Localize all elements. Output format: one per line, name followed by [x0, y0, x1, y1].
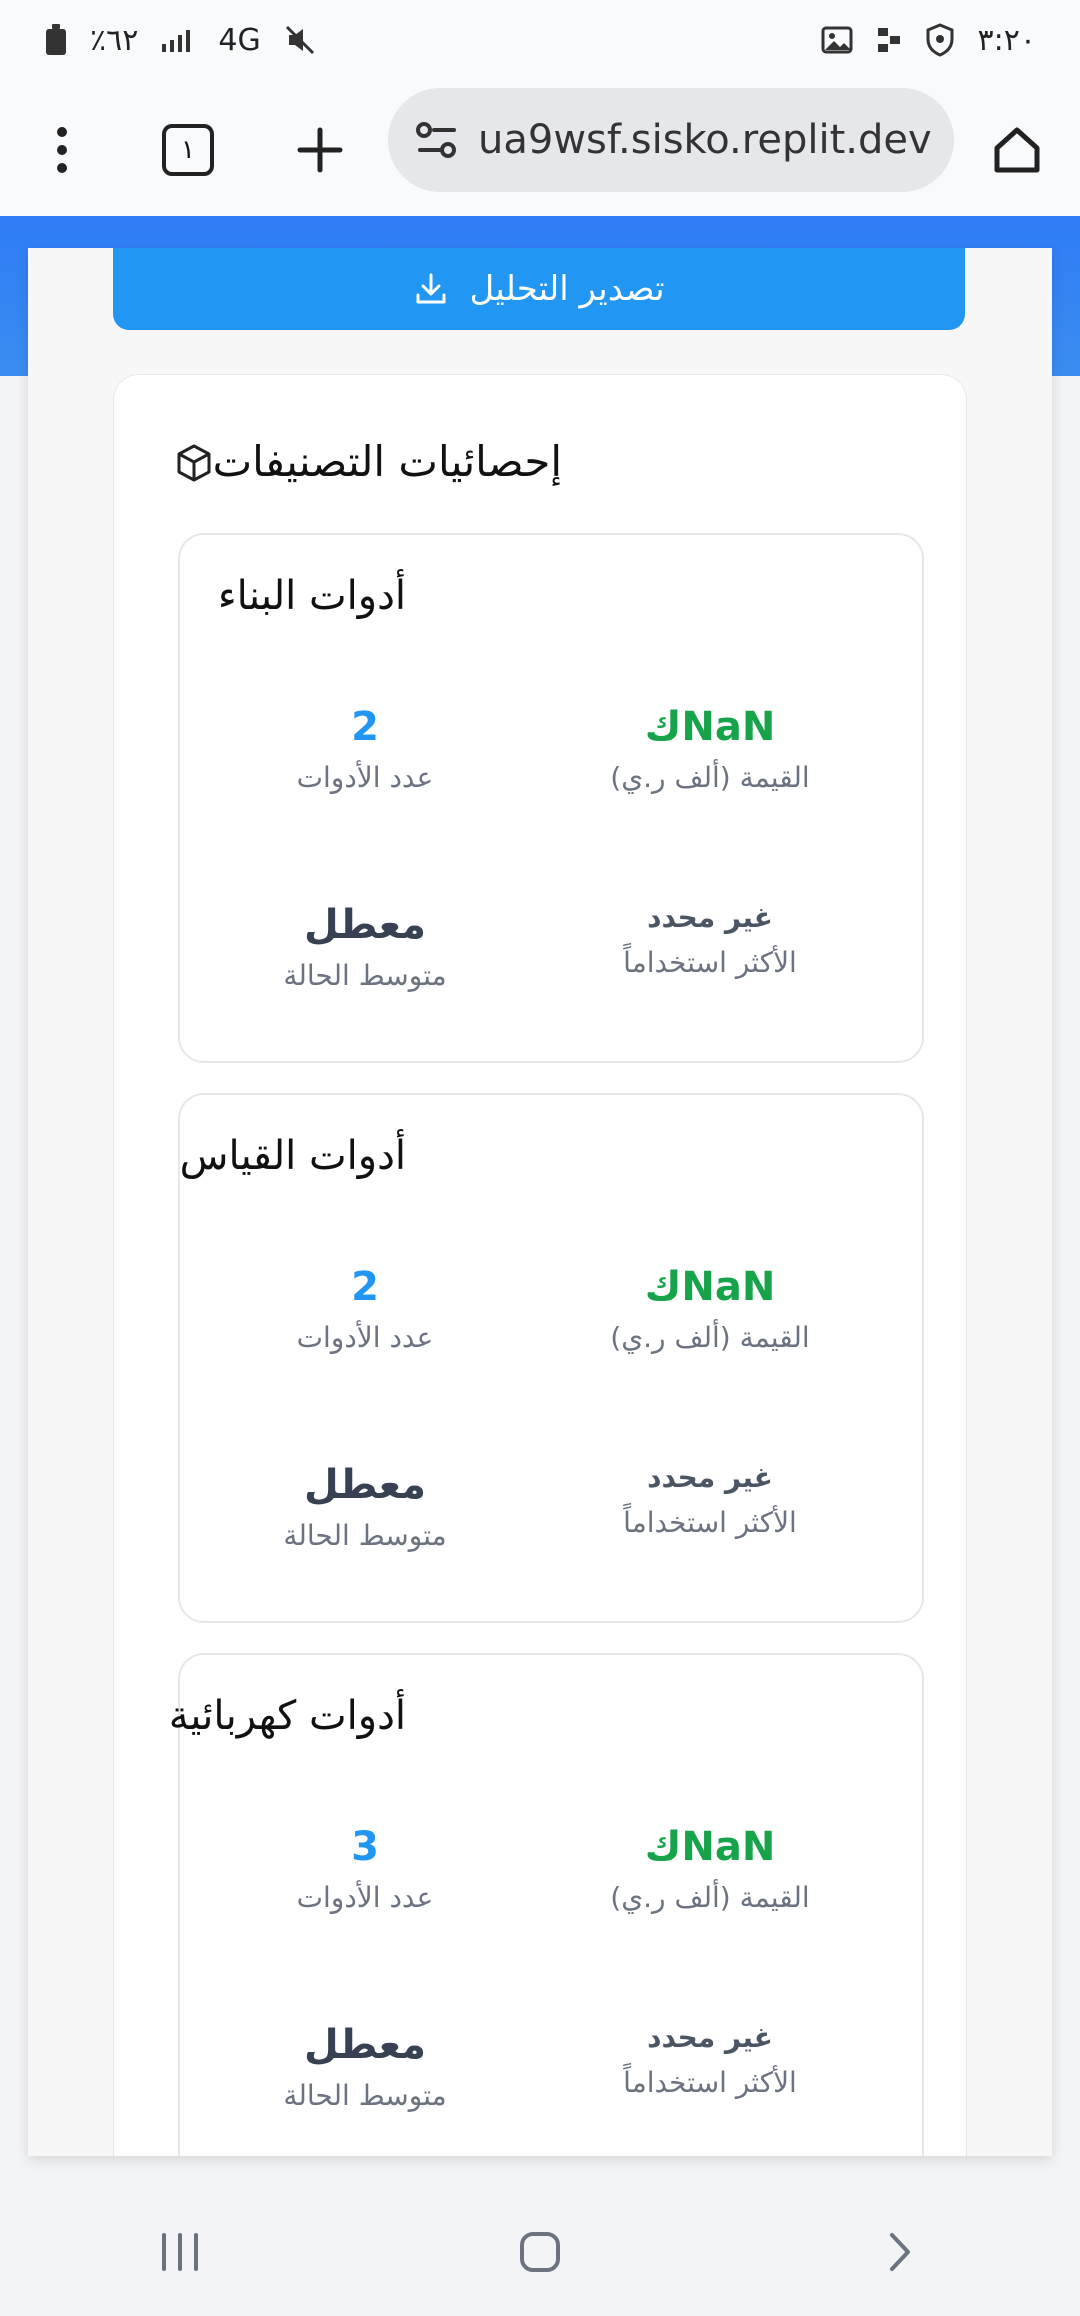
category-stats-card: إحصائيات التصنيفات أدوات البناء NaNك الق… — [113, 374, 967, 2156]
home-icon — [991, 124, 1043, 176]
metric-tool-count: 3 عدد الأدوات — [225, 1825, 505, 1914]
time: ٣:٢٠ — [977, 22, 1036, 58]
new-tab-button[interactable] — [284, 114, 356, 186]
metric-value-amount: NaNك — [644, 704, 776, 750]
metric-value: NaNك القيمة (ألف ر.ي) — [570, 1265, 850, 1354]
menu-button[interactable] — [26, 114, 98, 186]
url-text[interactable]: ua9wsf.sisko.replit.dev — [478, 110, 938, 170]
category-card-measurement: أدوات القياس NaNك القيمة (ألف ر.ي) 2 عدد… — [178, 1093, 924, 1623]
category-card-electrical: أدوات كهربائية NaNك القيمة (ألف ر.ي) 3 ع… — [169, 1653, 924, 2156]
metric-average-status-value: معطل — [303, 1462, 426, 1508]
battery-percent: ٪٦٢ — [90, 22, 139, 58]
app-icon — [876, 25, 902, 55]
metric-value-amount: NaNك — [644, 1824, 776, 1870]
metric-average-status-label: متوسط الحالة — [283, 1519, 447, 1552]
metric-average-status: معطل متوسط الحالة — [225, 2023, 505, 2112]
gallery-icon — [820, 23, 854, 57]
mute-icon — [283, 23, 317, 57]
metric-average-status-label: متوسط الحالة — [283, 2079, 447, 2112]
metric-most-used-label: الأكثر استخداماً — [623, 2065, 797, 2099]
metric-most-used-label: الأكثر استخداماً — [623, 945, 797, 979]
metric-value-label: القيمة (ألف ر.ي) — [610, 1321, 810, 1354]
signal-icon — [160, 26, 196, 54]
metric-tool-count-value: 2 — [351, 1264, 379, 1310]
page-content: تصدير التحليل إحصائيات التصنيفات أدوات ا… — [28, 248, 1052, 2156]
download-icon — [413, 271, 449, 307]
metric-value: NaNك القيمة (ألف ر.ي) — [570, 1825, 850, 1914]
metric-most-used: غير محدد الأكثر استخداماً — [570, 901, 850, 979]
metric-average-status-value: معطل — [303, 902, 426, 948]
menu-icon — [55, 124, 69, 176]
metric-tool-count-value: 3 — [351, 1824, 379, 1870]
browser-toolbar: ١ ua9wsf.sisko.replit.dev — [0, 80, 1080, 217]
back-icon — [883, 2229, 917, 2275]
add-icon — [297, 127, 343, 173]
category-name: أدوات القياس — [179, 1133, 406, 1179]
system-navigation-bar — [0, 2188, 1080, 2316]
home-nav-icon — [518, 2230, 562, 2274]
metric-value-label: القيمة (ألف ر.ي) — [610, 761, 810, 794]
export-button-label: تصدير التحليل — [469, 269, 665, 309]
metric-tool-count-label: عدد الأدوات — [296, 761, 434, 794]
recent-apps-icon — [158, 2231, 202, 2273]
metric-value: NaNك القيمة (ألف ر.ي) — [570, 705, 850, 794]
cube-icon — [174, 443, 214, 483]
tabs-icon: ١ — [162, 124, 214, 176]
status-left: ٪٦٢ 4G — [44, 23, 317, 58]
metric-tool-count: 2 عدد الأدوات — [225, 705, 505, 794]
network-type: 4G — [218, 22, 261, 58]
metric-value-label: القيمة (ألف ر.ي) — [610, 1881, 810, 1914]
site-settings-icon[interactable] — [410, 112, 466, 168]
shield-icon — [924, 23, 956, 57]
metric-tool-count-label: عدد الأدوات — [296, 1881, 434, 1914]
address-bar[interactable]: ua9wsf.sisko.replit.dev — [388, 88, 954, 192]
category-card-construction: أدوات البناء NaNك القيمة (ألف ر.ي) 2 عدد… — [178, 533, 924, 1063]
recent-apps-button[interactable] — [130, 2212, 230, 2292]
metric-average-status-value: معطل — [303, 2022, 426, 2068]
battery-icon — [44, 23, 68, 57]
metric-most-used-value: غير محدد — [647, 901, 773, 934]
metric-value-amount: NaNك — [644, 1264, 776, 1310]
home-button[interactable] — [981, 114, 1053, 186]
category-stats-title: إحصائيات التصنيفات — [212, 437, 562, 486]
metric-average-status: معطل متوسط الحالة — [225, 1463, 505, 1552]
tab-count: ١ — [181, 135, 195, 165]
metric-most-used-label: الأكثر استخداماً — [623, 1505, 797, 1539]
category-name: أدوات كهربائية — [168, 1693, 406, 1739]
status-bar: ٪٦٢ 4G ٣:٢٠ — [0, 0, 1080, 80]
export-analysis-button[interactable]: تصدير التحليل — [113, 248, 965, 330]
metric-tool-count-value: 2 — [351, 704, 379, 750]
home-nav-button[interactable] — [490, 2212, 590, 2292]
back-button[interactable] — [850, 2212, 950, 2292]
metric-most-used: غير محدد الأكثر استخداماً — [570, 2021, 850, 2099]
metric-tool-count-label: عدد الأدوات — [296, 1321, 434, 1354]
tabs-button[interactable]: ١ — [152, 114, 224, 186]
metric-average-status: معطل متوسط الحالة — [225, 903, 505, 992]
metric-most-used-value: غير محدد — [647, 1461, 773, 1494]
metric-most-used-value: غير محدد — [647, 2021, 773, 2054]
category-name: أدوات البناء — [217, 573, 406, 619]
metric-average-status-label: متوسط الحالة — [283, 959, 447, 992]
status-right: ٣:٢٠ — [820, 23, 1036, 58]
metric-most-used: غير محدد الأكثر استخداماً — [570, 1461, 850, 1539]
metric-tool-count: 2 عدد الأدوات — [225, 1265, 505, 1354]
